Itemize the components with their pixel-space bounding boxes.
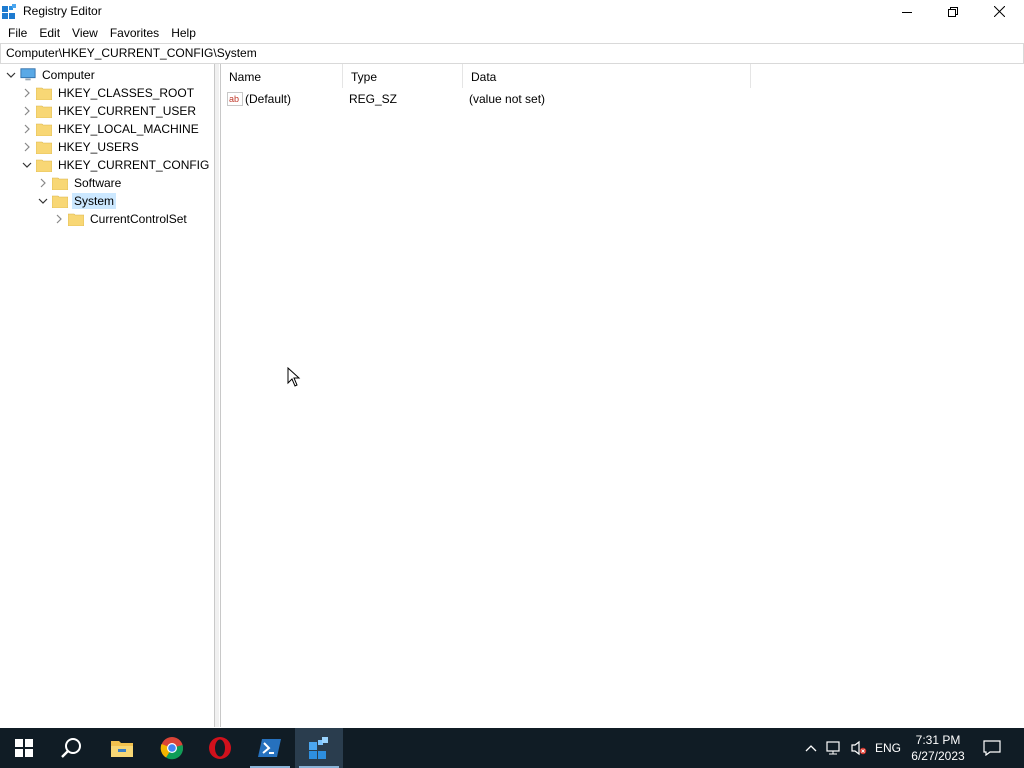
start-button[interactable]: [0, 728, 48, 768]
menu-file[interactable]: File: [0, 23, 33, 43]
menu-favorites[interactable]: Favorites: [104, 23, 165, 43]
close-button[interactable]: [976, 0, 1022, 23]
chrome-button[interactable]: [148, 728, 196, 768]
tree-item-hkey-classes-root[interactable]: HKEY_CLASSES_ROOT: [20, 84, 196, 102]
tree-label: Computer: [42, 68, 95, 82]
window-title: Registry Editor: [23, 4, 102, 18]
value-name: (Default): [245, 92, 292, 106]
tree-label: HKEY_CURRENT_CONFIG: [58, 158, 210, 172]
volume-button[interactable]: [848, 728, 870, 768]
chevron-right-icon[interactable]: [36, 174, 50, 192]
network-icon: [826, 741, 840, 755]
powershell-icon: [258, 739, 281, 757]
chevron-down-icon[interactable]: [4, 66, 18, 84]
tree-label: HKEY_CLASSES_ROOT: [58, 86, 195, 100]
restore-icon: [948, 6, 958, 17]
tree-item-software[interactable]: Software: [36, 174, 123, 192]
values-pane[interactable]: Name Type Data ab (Default) REG_SZ (valu…: [220, 64, 1024, 727]
show-hidden-icons-button[interactable]: [802, 728, 820, 768]
folder-icon: [36, 121, 52, 137]
tree-item-hkey-current-config[interactable]: HKEY_CURRENT_CONFIG: [20, 156, 211, 174]
tree-pane[interactable]: Computer HKEY_CLASSES_ROOT HKEY_CURRENT_…: [0, 64, 215, 727]
menu-edit[interactable]: Edit: [33, 23, 66, 43]
chrome-icon: [160, 737, 184, 760]
notification-icon: [983, 740, 1001, 756]
svg-text:ab: ab: [229, 94, 239, 104]
chevron-right-icon[interactable]: [20, 138, 34, 156]
value-type: REG_SZ: [349, 92, 398, 106]
tree-label: HKEY_CURRENT_USER: [58, 104, 197, 118]
language-indicator[interactable]: ENG: [872, 728, 904, 768]
restore-button[interactable]: [930, 0, 976, 23]
folder-icon: [52, 175, 68, 191]
folder-open-icon: [52, 193, 68, 209]
powershell-button[interactable]: [246, 728, 294, 768]
tree-label: Software: [74, 176, 122, 190]
folder-icon: [36, 139, 52, 155]
network-button[interactable]: [824, 728, 846, 768]
folder-icon: [68, 211, 84, 227]
value-data: (value not set): [469, 92, 546, 106]
registry-editor-icon: [2, 4, 17, 19]
chevron-right-icon[interactable]: [52, 210, 66, 228]
tree-item-hkey-local-machine[interactable]: HKEY_LOCAL_MACHINE: [20, 120, 201, 138]
tree-label: HKEY_LOCAL_MACHINE: [58, 122, 199, 136]
column-header-data[interactable]: Data: [463, 64, 751, 88]
tree-label: HKEY_USERS: [58, 140, 139, 154]
close-icon: [993, 6, 1005, 17]
chevron-right-icon[interactable]: [20, 102, 34, 120]
search-icon: [61, 738, 81, 758]
taskbar: ENG 7:31 PM 6/27/2023: [0, 728, 1024, 768]
column-header-name[interactable]: Name: [221, 64, 343, 88]
volume-muted-icon: [851, 740, 867, 756]
folder-icon: [36, 85, 52, 101]
registry-editor-icon: [309, 737, 328, 759]
folder-icon: [36, 103, 52, 119]
tree-item-currentcontrolset[interactable]: CurrentControlSet: [52, 210, 189, 228]
clock[interactable]: 7:31 PM 6/27/2023: [910, 732, 966, 764]
opera-icon: [209, 737, 231, 759]
column-header-type[interactable]: Type: [343, 64, 463, 88]
menu-bar: File Edit View Favorites Help: [0, 23, 1024, 43]
file-explorer-button[interactable]: [98, 728, 146, 768]
menu-view[interactable]: View: [66, 23, 104, 43]
clock-time: 7:31 PM: [915, 733, 961, 747]
tree-label-selected: System: [72, 193, 117, 209]
search-button[interactable]: [48, 728, 96, 768]
folder-icon: [36, 157, 52, 173]
chevron-down-icon[interactable]: [36, 192, 50, 210]
file-explorer-icon: [111, 741, 133, 757]
address-path: Computer\HKEY_CURRENT_CONFIG\System: [6, 46, 257, 60]
title-bar: Registry Editor: [0, 0, 1024, 23]
chevron-up-icon: [805, 745, 817, 752]
tree-label: CurrentControlSet: [90, 212, 187, 226]
chevron-down-icon[interactable]: [20, 156, 34, 174]
notifications-button[interactable]: [978, 728, 1006, 768]
tree-item-hkey-current-user[interactable]: HKEY_CURRENT_USER: [20, 102, 198, 120]
opera-button[interactable]: [196, 728, 244, 768]
pane-splitter[interactable]: [215, 64, 219, 727]
chevron-right-icon[interactable]: [20, 120, 34, 138]
chevron-right-icon[interactable]: [20, 84, 34, 102]
computer-icon: [20, 67, 36, 83]
minimize-button[interactable]: [884, 0, 930, 23]
clock-date: 6/27/2023: [911, 749, 965, 763]
tree-item-hkey-users[interactable]: HKEY_USERS: [20, 138, 141, 156]
mouse-cursor-icon: [287, 366, 301, 390]
minimize-icon: [902, 11, 912, 13]
tree-item-system[interactable]: System: [36, 192, 117, 210]
start-icon: [15, 739, 33, 757]
address-bar[interactable]: Computer\HKEY_CURRENT_CONFIG\System: [0, 43, 1024, 64]
menu-help[interactable]: Help: [165, 23, 202, 43]
registry-editor-taskbar-button[interactable]: [295, 728, 343, 768]
string-value-icon: ab: [227, 90, 243, 108]
tree-item-computer[interactable]: Computer: [4, 66, 97, 84]
